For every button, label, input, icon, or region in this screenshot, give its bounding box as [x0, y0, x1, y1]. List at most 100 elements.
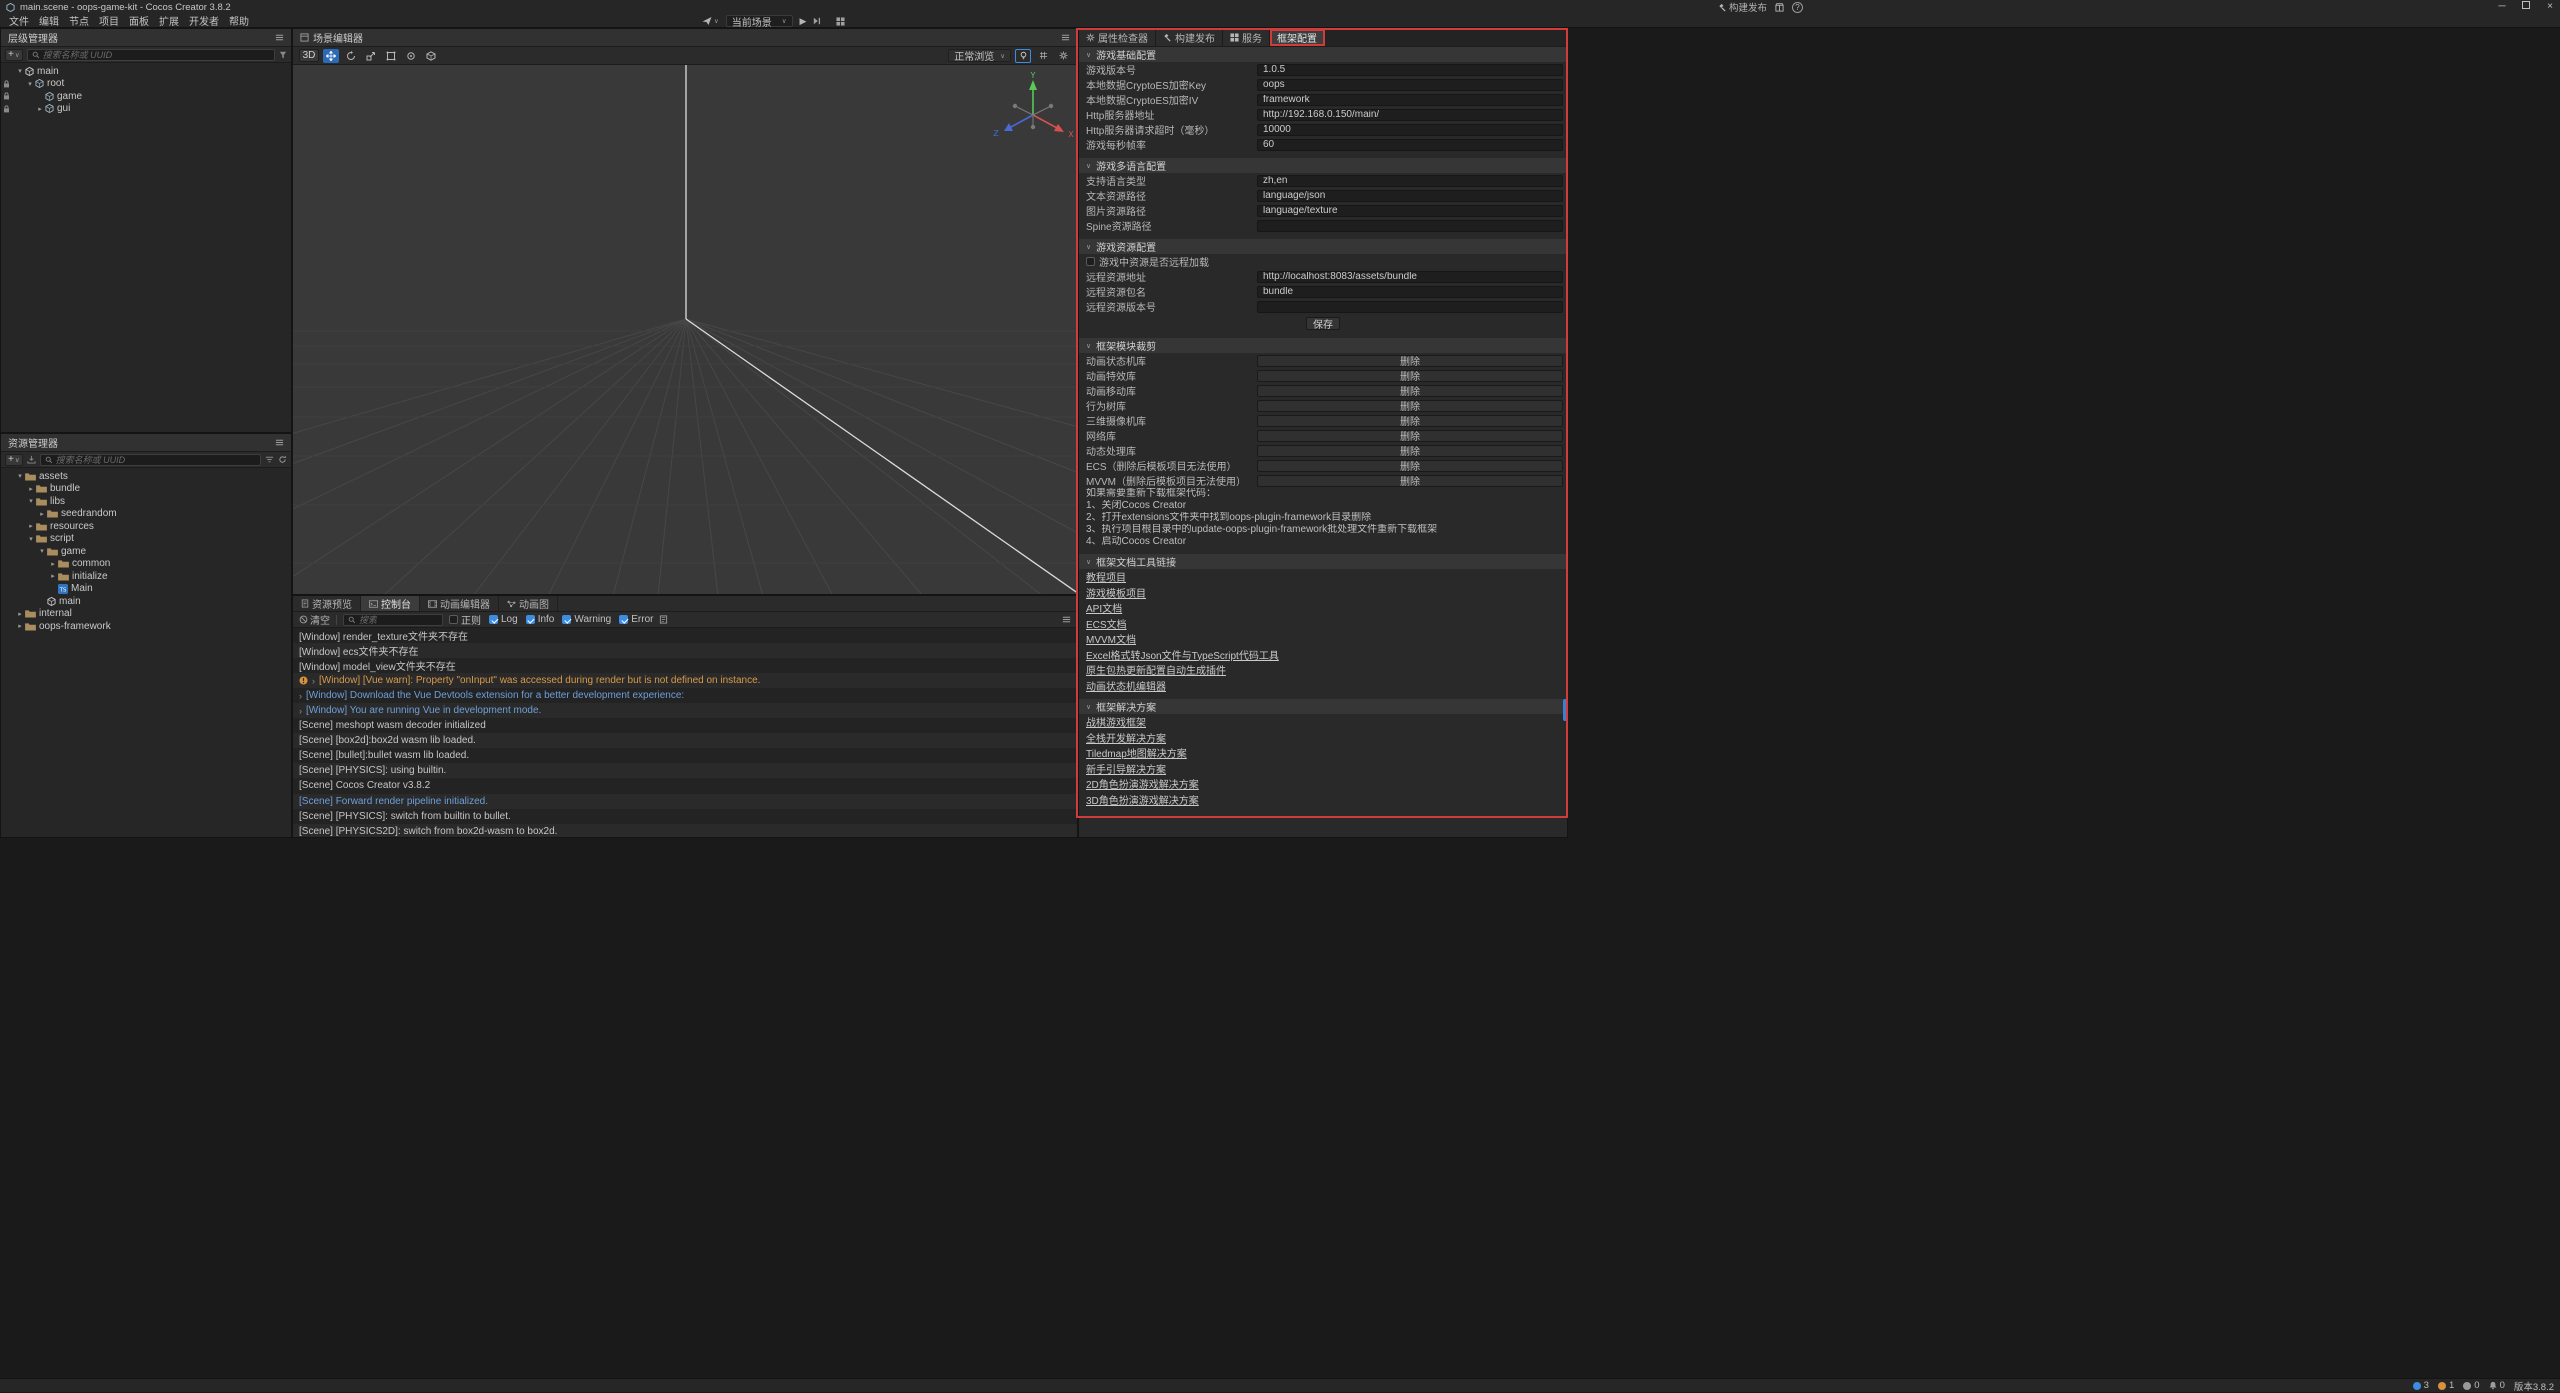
- log-row[interactable]: [Scene] [box2d]:box2d wasm lib loaded.: [293, 733, 1077, 748]
- light-toggle-button[interactable]: [1015, 49, 1031, 63]
- expand-arrow[interactable]: ▸: [15, 610, 25, 618]
- doc-link[interactable]: API文档: [1086, 600, 1122, 615]
- doc-link[interactable]: MVVM文档: [1086, 631, 1136, 646]
- section-header[interactable]: ∨游戏资源配置: [1079, 239, 1567, 254]
- asset-node[interactable]: ▾game: [1, 545, 291, 558]
- doc-link[interactable]: 原生包热更新配置自动生成插件: [1086, 662, 1226, 677]
- hierarchy-search-input[interactable]: 搜索名称或 UUID: [27, 49, 275, 61]
- log-row[interactable]: [Scene] [PHYSICS]: using builtin.: [293, 763, 1077, 778]
- log-row[interactable]: ›[Window] [Vue warn]: Property "onInput"…: [293, 673, 1077, 688]
- field-input[interactable]: 1.0.5: [1257, 64, 1563, 76]
- panel-menu-icon[interactable]: [1062, 615, 1071, 624]
- save-button[interactable]: 保存: [1306, 317, 1340, 330]
- expand-arrow[interactable]: ›: [299, 691, 302, 701]
- asset-node[interactable]: ▸oops-framework: [1, 620, 291, 633]
- expand-arrow[interactable]: ▾: [25, 80, 35, 88]
- asset-node[interactable]: ▸seedrandom: [1, 508, 291, 521]
- field-input[interactable]: http://192.168.0.150/main/: [1257, 109, 1563, 121]
- doc-link[interactable]: 教程项目: [1086, 569, 1126, 584]
- hierarchy-node[interactable]: game: [1, 90, 291, 103]
- space-toggle-button[interactable]: [423, 49, 439, 63]
- console-tab-1[interactable]: 控制台: [361, 596, 420, 611]
- section-header[interactable]: ∨框架模块裁剪: [1079, 338, 1567, 353]
- expand-arrow[interactable]: ▾: [37, 547, 47, 555]
- log-row[interactable]: [Scene] [bullet]:bullet wasm lib loaded.: [293, 748, 1077, 763]
- close-button[interactable]: ×: [2544, 0, 2556, 14]
- inspector-tab-3[interactable]: 框架配置: [1270, 29, 1325, 46]
- asset-node[interactable]: ▾libs: [1, 495, 291, 508]
- doc-link[interactable]: 2D角色扮演游戏解决方案: [1086, 776, 1199, 791]
- info-count[interactable]: 3: [2413, 1380, 2429, 1391]
- create-asset-button[interactable]: +∨: [5, 454, 23, 466]
- scale-tool-button[interactable]: [363, 49, 379, 63]
- delete-button[interactable]: 删除: [1257, 370, 1563, 382]
- rect-tool-button[interactable]: [383, 49, 399, 63]
- delete-button[interactable]: 删除: [1257, 415, 1563, 427]
- delete-button[interactable]: 删除: [1257, 475, 1563, 487]
- field-input[interactable]: language/json: [1257, 190, 1563, 202]
- field-input[interactable]: zh,en: [1257, 175, 1563, 187]
- remote-load-checkbox[interactable]: [1086, 257, 1095, 266]
- log-row[interactable]: ›[Window] Download the Vue Devtools exte…: [293, 688, 1077, 703]
- notification-count[interactable]: 0: [2489, 1380, 2505, 1391]
- inspector-tab-1[interactable]: 构建发布: [1156, 29, 1223, 46]
- field-input[interactable]: oops: [1257, 79, 1563, 91]
- menu-item-0[interactable]: 文件: [4, 13, 34, 28]
- field-input[interactable]: [1257, 220, 1563, 232]
- expand-arrow[interactable]: ▸: [48, 572, 58, 580]
- field-input[interactable]: [1257, 301, 1563, 313]
- log-row[interactable]: [Scene] Forward render pipeline initiali…: [293, 794, 1077, 809]
- play-button[interactable]: ▶: [800, 16, 807, 27]
- expand-arrow[interactable]: ▸: [35, 105, 45, 113]
- hierarchy-node[interactable]: ▾main: [1, 65, 291, 78]
- help-icon[interactable]: ?: [1792, 2, 1803, 13]
- doc-link[interactable]: Tiledmap地图解决方案: [1086, 745, 1187, 760]
- scene-select[interactable]: 当前场景 ∨: [726, 15, 793, 27]
- doc-link[interactable]: ECS文档: [1086, 616, 1127, 631]
- expand-arrow[interactable]: ▾: [26, 497, 36, 505]
- doc-link[interactable]: 3D角色扮演游戏解决方案: [1086, 792, 1199, 807]
- clear-console-button[interactable]: 清空: [299, 612, 330, 627]
- export-log-icon[interactable]: [659, 615, 668, 624]
- console-search-input[interactable]: 搜索: [343, 614, 443, 626]
- filter-checkbox[interactable]: [562, 615, 571, 624]
- layout-grid-icon[interactable]: [836, 17, 845, 26]
- expand-arrow[interactable]: ▾: [26, 535, 36, 543]
- expand-arrow[interactable]: ▸: [15, 622, 25, 630]
- import-asset-icon[interactable]: [27, 455, 36, 464]
- log-row[interactable]: [Scene] [PHYSICS]: switch from builtin t…: [293, 809, 1077, 824]
- console-tab-2[interactable]: 动画编辑器: [420, 596, 499, 611]
- section-header[interactable]: ∨框架文档工具链接: [1079, 554, 1567, 569]
- menu-item-6[interactable]: 开发者: [184, 13, 224, 28]
- filter-checkbox[interactable]: [449, 615, 458, 624]
- warning-count[interactable]: 1: [2438, 1380, 2454, 1391]
- log-row[interactable]: [Window] model_view文件夹不存在: [293, 658, 1077, 673]
- field-input[interactable]: 60: [1257, 139, 1563, 151]
- panel-menu-icon[interactable]: [275, 438, 284, 447]
- panel-menu-icon[interactable]: [275, 33, 284, 42]
- log-row[interactable]: [Scene] Cocos Creator v3.8.2: [293, 778, 1077, 793]
- assets-search-input[interactable]: 搜索名称或 UUID: [40, 454, 261, 466]
- hierarchy-node[interactable]: ▾root: [1, 78, 291, 91]
- filter-checkbox[interactable]: [619, 615, 628, 624]
- field-input[interactable]: 10000: [1257, 124, 1563, 136]
- field-input[interactable]: framework: [1257, 94, 1563, 106]
- expand-arrow[interactable]: ▸: [37, 510, 47, 518]
- expand-arrow[interactable]: ▾: [15, 472, 25, 480]
- asset-node[interactable]: ▾script: [1, 533, 291, 546]
- build-publish-button[interactable]: 构建发布: [1718, 0, 1767, 14]
- menu-item-5[interactable]: 扩展: [154, 13, 184, 28]
- expand-arrow[interactable]: ▸: [26, 485, 36, 493]
- hierarchy-node[interactable]: ▸gui: [1, 103, 291, 116]
- minimize-button[interactable]: ─: [2496, 0, 2508, 14]
- delete-button[interactable]: 删除: [1257, 460, 1563, 472]
- doc-link[interactable]: 动画状态机编辑器: [1086, 678, 1166, 693]
- error-count[interactable]: 0: [2463, 1380, 2479, 1391]
- asset-node[interactable]: main: [1, 595, 291, 608]
- log-row[interactable]: [Scene] [PHYSICS2D]: switch from box2d-w…: [293, 824, 1077, 837]
- sort-icon[interactable]: [265, 455, 274, 464]
- doc-link[interactable]: 全栈开发解决方案: [1086, 730, 1166, 745]
- filter-checkbox[interactable]: [526, 615, 535, 624]
- menu-item-3[interactable]: 项目: [94, 13, 124, 28]
- view-mode-select[interactable]: 正常浏览 ∨: [948, 49, 1011, 62]
